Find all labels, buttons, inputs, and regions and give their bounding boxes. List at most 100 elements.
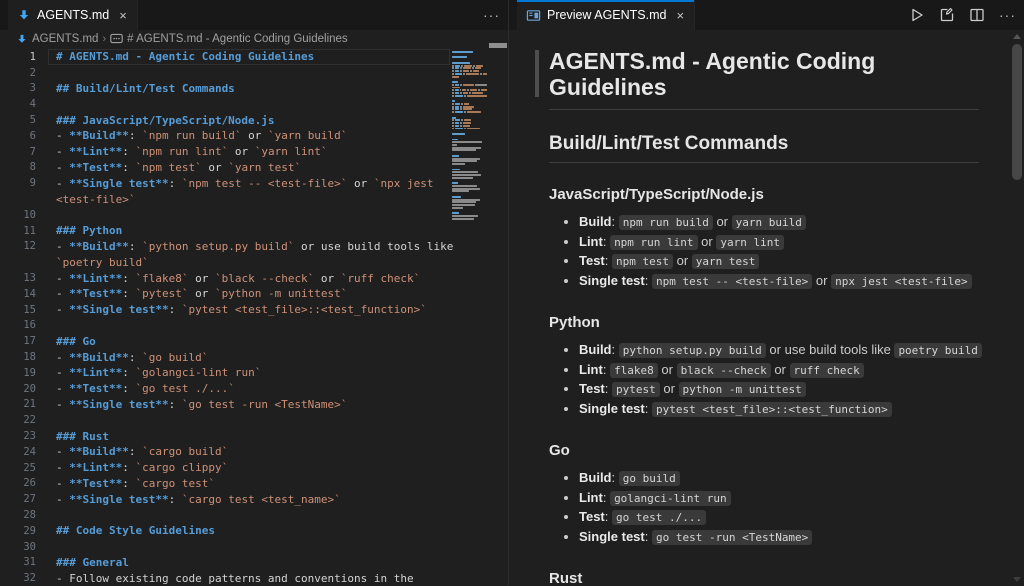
more-actions-button[interactable]: ··· [999,7,1016,23]
code-line[interactable]: 25 - **Lint**: `cargo clippy` [0,460,450,476]
code-line[interactable]: 16 [0,318,450,334]
breadcrumb-file[interactable]: AGENTS.md [16,33,98,45]
preview-list-item: Test: pytest or python -m unittest [579,380,994,400]
line-content: `poetry build` [56,256,149,269]
line-content: - **Test**: `npm test` or `yarn test` [56,161,301,174]
code-line[interactable]: 4 [0,96,450,112]
minimap[interactable] [450,49,487,221]
minimap-line [450,78,487,80]
inline-code: python setup.py build [619,343,766,358]
code-line[interactable]: 19- **Lint**: `golangci-lint run` [0,365,450,381]
inline-code: go test -run <TestName> [652,530,812,545]
minimap-line [450,182,487,184]
editor-group-preview: Preview AGENTS.md × [508,0,1024,586]
minimap-line [450,130,487,132]
minimap-line [450,95,487,97]
more-actions-button[interactable]: ··· [483,7,500,23]
close-icon[interactable]: × [119,9,127,22]
code-line[interactable]: 15- **Single test**: `pytest <test_file>… [0,302,450,318]
preview-list-item: Single test: go test -run <TestName> [579,528,994,548]
code-line[interactable]: 5### JavaScript/TypeScript/Node.js [0,112,450,128]
code-line[interactable]: 30 [0,539,450,555]
line-number: 24 [0,446,36,458]
tab-label: AGENTS.md [37,8,109,22]
breadcrumb-symbol[interactable]: # AGENTS.md - Agentic Coding Guidelines [110,33,348,45]
editor-scrollbar[interactable] [488,47,508,586]
edit-source-button[interactable] [939,7,955,23]
split-editor-button[interactable] [969,7,985,23]
code-line[interactable]: 3## Build/Lint/Test Commands [0,81,450,97]
minimap-line [450,149,487,151]
line-content: ### General [56,556,129,569]
code-line[interactable]: 13- **Lint**: `flake8` or `black --check… [0,270,450,286]
code-line[interactable]: 26- **Test**: `cargo test` [0,476,450,492]
markdown-file-icon [16,33,28,45]
line-content: - **Single test**: `cargo test <test_nam… [56,493,341,506]
code-line[interactable]: 11### Python [0,223,450,239]
minimap-line [450,188,487,190]
line-content: - **Build**: `cargo build` [56,445,228,458]
code-line[interactable]: 20- **Test**: `go test ./...` [0,381,450,397]
code-line[interactable]: 29## Code Style Guidelines [0,523,450,539]
code-line[interactable]: `poetry build` [0,254,450,270]
code-line[interactable]: 23### Rust [0,428,450,444]
minimap-line [450,117,487,119]
code-line[interactable]: 27- **Single test**: `cargo test <test_n… [0,491,450,507]
code-line[interactable]: 21- **Single test**: `go test -run <Test… [0,397,450,413]
scroll-up-arrow-icon[interactable] [1013,34,1021,39]
code-line[interactable]: 8 - **Test**: `npm test` or `yarn test` [0,160,450,176]
inline-code: ruff check [790,363,864,378]
code-line[interactable]: 28 [0,507,450,523]
code-line[interactable]: 22 [0,412,450,428]
line-content: - **Build**: `npm run build` or `yarn bu… [56,129,347,142]
code-line[interactable]: 2 [0,65,450,81]
line-content: ### Rust [56,430,109,443]
line-content: - **Build**: `python setup.py build` or … [56,240,453,253]
minimap-line [450,171,487,173]
code-line[interactable]: <test-file>` [0,191,450,207]
close-icon[interactable]: × [676,9,684,22]
editor-group-source: AGENTS.md × ··· AGENTS.md › [0,0,508,586]
line-number: 31 [0,556,36,568]
code-line[interactable]: 18- **Build**: `go build` [0,349,450,365]
line-number: 8 [0,161,36,173]
line-number: 25 [0,462,36,474]
preview-list-item: Build: npm run build or yarn build [579,213,994,233]
left-tab-bar: AGENTS.md × ··· [0,0,508,30]
minimap-line [450,196,487,198]
code-line[interactable]: 1# AGENTS.md - Agentic Coding Guidelines [0,49,450,65]
code-line[interactable]: 31 ### General [0,555,450,571]
code-line[interactable]: 14- **Test**: `pytest` or `python -m uni… [0,286,450,302]
editor-lines: 1# AGENTS.md - Agentic Coding Guidelines… [0,49,450,586]
code-line[interactable]: 32- Follow existing code patterns and co… [0,570,450,586]
preview-scrollbar[interactable] [1010,30,1024,586]
overview-cursor-mark [489,43,507,48]
code-line[interactable]: 12- **Build**: `python setup.py build` o… [0,239,450,255]
minimap-line [450,169,487,171]
inline-code: golangci-lint run [610,491,731,506]
line-content: - **Single test**: `go test -run <TestNa… [56,398,347,411]
code-line[interactable]: 9- **Single test**: `npm test -- <test-f… [0,175,450,191]
code-line[interactable]: 24 - **Build**: `cargo build` [0,444,450,460]
minimap-line [450,81,487,83]
minimap-line [450,103,487,105]
code-editor[interactable]: 1# AGENTS.md - Agentic Coding Guidelines… [0,47,508,586]
code-line[interactable]: 10 [0,207,450,223]
code-line[interactable]: 17### Go [0,333,450,349]
inline-code: yarn lint [716,235,784,250]
preview-scrollbar-thumb[interactable] [1012,44,1022,180]
scroll-down-arrow-icon[interactable] [1013,577,1021,582]
inline-code: python -m unittest [679,382,806,397]
minimap-line [450,119,487,121]
preview-heading: Build/Lint/Test Commands [549,133,979,163]
preview-list: Build: go buildLint: golangci-lint runTe… [549,469,994,547]
line-content: - **Lint**: `cargo clippy` [56,461,228,474]
code-line[interactable]: 7- **Lint**: `npm run lint` or `yarn lin… [0,144,450,160]
tab-agents-md[interactable]: AGENTS.md × [8,0,138,30]
run-button[interactable] [909,7,925,23]
line-content: - **Single test**: `pytest <test_file>::… [56,303,427,316]
preview-list-item: Test: go test ./... [579,508,994,528]
code-line[interactable]: 6- **Build**: `npm run build` or `yarn b… [0,128,450,144]
tab-preview-agents-md[interactable]: Preview AGENTS.md × [517,0,695,30]
minimap-line [450,51,487,53]
